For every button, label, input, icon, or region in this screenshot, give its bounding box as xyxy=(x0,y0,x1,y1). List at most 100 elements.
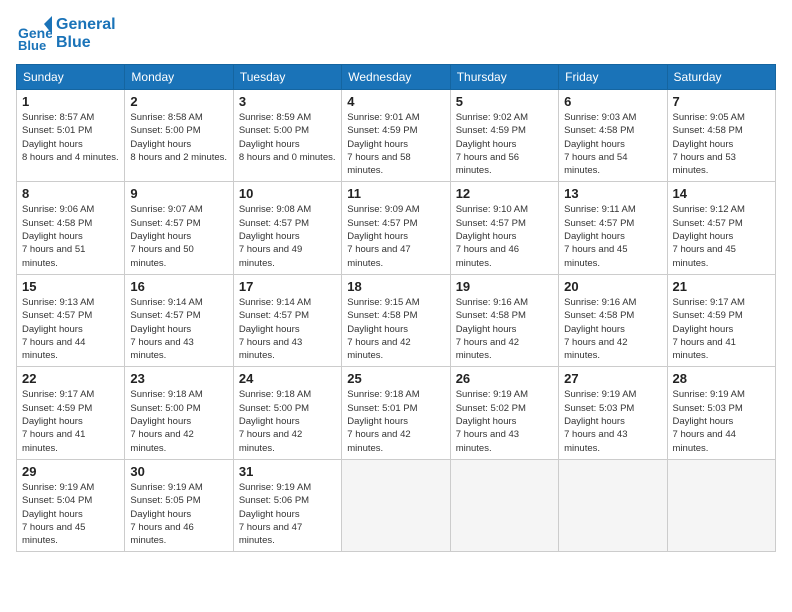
day-number: 9 xyxy=(130,186,227,201)
day-number: 6 xyxy=(564,94,661,109)
day-info: Sunrise: 9:12 AMSunset: 4:57 PMDaylight … xyxy=(673,203,770,269)
day-number: 31 xyxy=(239,464,336,479)
day-info: Sunrise: 9:19 AMSunset: 5:02 PMDaylight … xyxy=(456,388,553,454)
day-info: Sunrise: 9:08 AMSunset: 4:57 PMDaylight … xyxy=(239,203,336,269)
calendar-cell: 19 Sunrise: 9:16 AMSunset: 4:58 PMDayligh… xyxy=(450,274,558,366)
day-number: 15 xyxy=(22,279,119,294)
day-number: 1 xyxy=(22,94,119,109)
day-info: Sunrise: 9:19 AMSunset: 5:03 PMDaylight … xyxy=(564,388,661,454)
day-info: Sunrise: 9:07 AMSunset: 4:57 PMDaylight … xyxy=(130,203,227,269)
day-info: Sunrise: 9:06 AMSunset: 4:58 PMDaylight … xyxy=(22,203,119,269)
calendar-cell xyxy=(559,459,667,551)
calendar-cell: 9 Sunrise: 9:07 AMSunset: 4:57 PMDaylight… xyxy=(125,182,233,274)
day-number: 13 xyxy=(564,186,661,201)
day-number: 14 xyxy=(673,186,770,201)
calendar-cell: 12 Sunrise: 9:10 AMSunset: 4:57 PMDayligh… xyxy=(450,182,558,274)
calendar-cell: 27 Sunrise: 9:19 AMSunset: 5:03 PMDayligh… xyxy=(559,367,667,459)
calendar-cell: 21 Sunrise: 9:17 AMSunset: 4:59 PMDayligh… xyxy=(667,274,775,366)
week-row-2: 8Sunrise: 9:06 AMSunset: 4:58 PMDaylight… xyxy=(17,182,776,274)
day-info: Sunrise: 9:15 AMSunset: 4:58 PMDaylight … xyxy=(347,296,444,362)
day-number: 4 xyxy=(347,94,444,109)
calendar-cell: 10Sunrise: 9:08 AMSunset: 4:57 PMDayligh… xyxy=(233,182,341,274)
weekday-friday: Friday xyxy=(559,65,667,90)
day-info: Sunrise: 9:16 AMSunset: 4:58 PMDaylight … xyxy=(456,296,553,362)
logo: General Blue General Blue xyxy=(16,16,116,52)
weekday-monday: Monday xyxy=(125,65,233,90)
calendar-body: 1 Sunrise: 8:57 AMSunset: 5:01 PMDaylight… xyxy=(17,90,776,552)
calendar-cell: 13 Sunrise: 9:11 AMSunset: 4:57 PMDayligh… xyxy=(559,182,667,274)
calendar-cell: 11 Sunrise: 9:09 AMSunset: 4:57 PMDayligh… xyxy=(342,182,450,274)
calendar-cell: 2Sunrise: 8:58 AMSunset: 5:00 PMDaylight… xyxy=(125,90,233,182)
calendar-cell: 7 Sunrise: 9:05 AMSunset: 4:58 PMDaylight… xyxy=(667,90,775,182)
day-number: 28 xyxy=(673,371,770,386)
day-number: 5 xyxy=(456,94,553,109)
calendar-cell: 23 Sunrise: 9:18 AMSunset: 5:00 PMDayligh… xyxy=(125,367,233,459)
day-number: 27 xyxy=(564,371,661,386)
day-info: Sunrise: 9:14 AMSunset: 4:57 PMDaylight … xyxy=(239,296,336,362)
day-info: Sunrise: 9:18 AMSunset: 5:00 PMDaylight … xyxy=(130,388,227,454)
day-info: Sunrise: 9:10 AMSunset: 4:57 PMDaylight … xyxy=(456,203,553,269)
calendar-cell: 18 Sunrise: 9:15 AMSunset: 4:58 PMDayligh… xyxy=(342,274,450,366)
day-info: Sunrise: 8:57 AMSunset: 5:01 PMDaylight … xyxy=(22,111,119,164)
calendar-cell: 3Sunrise: 8:59 AMSunset: 5:00 PMDaylight… xyxy=(233,90,341,182)
weekday-sunday: Sunday xyxy=(17,65,125,90)
header: General Blue General Blue xyxy=(16,16,776,52)
calendar-cell: 30Sunrise: 9:19 AMSunset: 5:05 PMDayligh… xyxy=(125,459,233,551)
calendar-cell: 8Sunrise: 9:06 AMSunset: 4:58 PMDaylight… xyxy=(17,182,125,274)
day-info: Sunrise: 9:16 AMSunset: 4:58 PMDaylight … xyxy=(564,296,661,362)
day-number: 17 xyxy=(239,279,336,294)
calendar-cell: 16 Sunrise: 9:14 AMSunset: 4:57 PMDayligh… xyxy=(125,274,233,366)
day-info: Sunrise: 9:19 AMSunset: 5:03 PMDaylight … xyxy=(673,388,770,454)
week-row-4: 22Sunrise: 9:17 AMSunset: 4:59 PMDayligh… xyxy=(17,367,776,459)
day-info: Sunrise: 9:01 AMSunset: 4:59 PMDaylight … xyxy=(347,111,444,177)
calendar-cell: 22Sunrise: 9:17 AMSunset: 4:59 PMDayligh… xyxy=(17,367,125,459)
day-number: 24 xyxy=(239,371,336,386)
calendar-cell: 6 Sunrise: 9:03 AMSunset: 4:58 PMDaylight… xyxy=(559,90,667,182)
day-info: Sunrise: 9:05 AMSunset: 4:58 PMDaylight … xyxy=(673,111,770,177)
calendar-cell: 4 Sunrise: 9:01 AMSunset: 4:59 PMDaylight… xyxy=(342,90,450,182)
calendar-cell: 14 Sunrise: 9:12 AMSunset: 4:57 PMDayligh… xyxy=(667,182,775,274)
day-number: 25 xyxy=(347,371,444,386)
calendar-cell: 31 Sunrise: 9:19 AMSunset: 5:06 PMDayligh… xyxy=(233,459,341,551)
day-info: Sunrise: 9:17 AMSunset: 4:59 PMDaylight … xyxy=(673,296,770,362)
day-number: 21 xyxy=(673,279,770,294)
calendar-cell: 28 Sunrise: 9:19 AMSunset: 5:03 PMDayligh… xyxy=(667,367,775,459)
day-number: 3 xyxy=(239,94,336,109)
day-number: 18 xyxy=(347,279,444,294)
calendar-cell: 29Sunrise: 9:19 AMSunset: 5:04 PMDayligh… xyxy=(17,459,125,551)
day-info: Sunrise: 9:09 AMSunset: 4:57 PMDaylight … xyxy=(347,203,444,269)
calendar-cell xyxy=(667,459,775,551)
day-info: Sunrise: 9:11 AMSunset: 4:57 PMDaylight … xyxy=(564,203,661,269)
day-info: Sunrise: 9:19 AMSunset: 5:06 PMDaylight … xyxy=(239,481,336,547)
day-info: Sunrise: 9:19 AMSunset: 5:04 PMDaylight … xyxy=(22,481,119,547)
week-row-1: 1 Sunrise: 8:57 AMSunset: 5:01 PMDaylight… xyxy=(17,90,776,182)
calendar-cell xyxy=(450,459,558,551)
calendar-cell: 17 Sunrise: 9:14 AMSunset: 4:57 PMDayligh… xyxy=(233,274,341,366)
day-number: 11 xyxy=(347,186,444,201)
logo-general: General xyxy=(56,16,116,34)
day-number: 7 xyxy=(673,94,770,109)
calendar-cell: 5Sunrise: 9:02 AMSunset: 4:59 PMDaylight… xyxy=(450,90,558,182)
day-number: 23 xyxy=(130,371,227,386)
day-number: 16 xyxy=(130,279,227,294)
weekday-wednesday: Wednesday xyxy=(342,65,450,90)
calendar-cell: 26 Sunrise: 9:19 AMSunset: 5:02 PMDayligh… xyxy=(450,367,558,459)
day-info: Sunrise: 9:14 AMSunset: 4:57 PMDaylight … xyxy=(130,296,227,362)
day-number: 20 xyxy=(564,279,661,294)
calendar-cell: 1 Sunrise: 8:57 AMSunset: 5:01 PMDaylight… xyxy=(17,90,125,182)
calendar-cell: 25 Sunrise: 9:18 AMSunset: 5:01 PMDayligh… xyxy=(342,367,450,459)
calendar-cell xyxy=(342,459,450,551)
day-number: 22 xyxy=(22,371,119,386)
logo-icon: General Blue xyxy=(16,16,52,52)
day-info: Sunrise: 9:18 AMSunset: 5:01 PMDaylight … xyxy=(347,388,444,454)
day-number: 30 xyxy=(130,464,227,479)
week-row-3: 15Sunrise: 9:13 AMSunset: 4:57 PMDayligh… xyxy=(17,274,776,366)
weekday-saturday: Saturday xyxy=(667,65,775,90)
calendar-cell: 15Sunrise: 9:13 AMSunset: 4:57 PMDayligh… xyxy=(17,274,125,366)
day-number: 26 xyxy=(456,371,553,386)
day-info: Sunrise: 9:03 AMSunset: 4:58 PMDaylight … xyxy=(564,111,661,177)
day-number: 19 xyxy=(456,279,553,294)
day-number: 12 xyxy=(456,186,553,201)
page: General Blue General Blue SundayMondayTu… xyxy=(0,0,792,562)
day-number: 2 xyxy=(130,94,227,109)
